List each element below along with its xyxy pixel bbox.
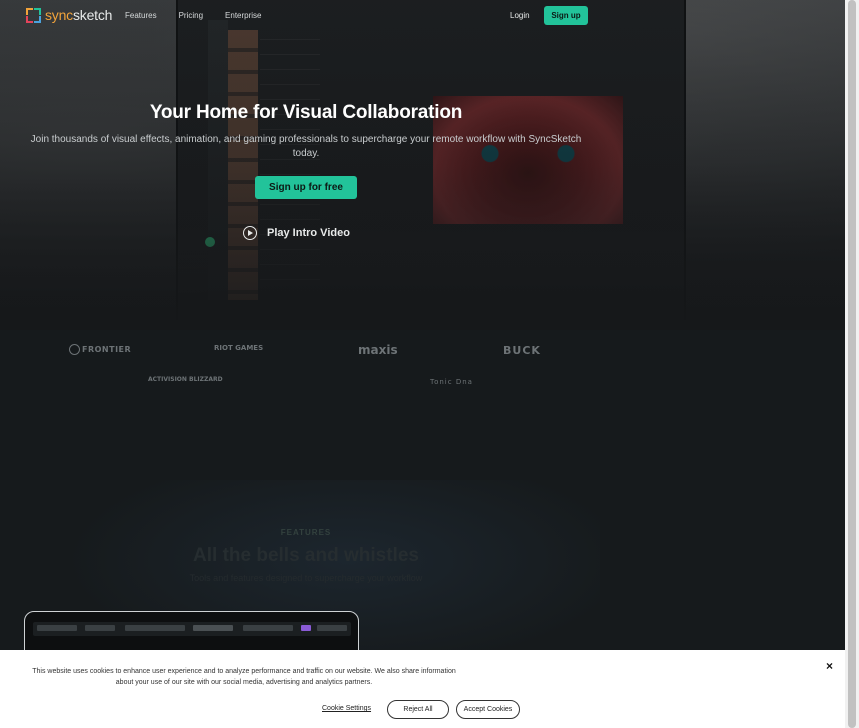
top-nav: syncsketch Features Pricing Enterprise L… <box>0 0 845 32</box>
nav-link-pricing[interactable]: Pricing <box>179 11 203 20</box>
logo-wordmark-part1: sync <box>45 7 73 23</box>
page-scrollbar[interactable] <box>845 0 859 728</box>
scrollbar-thumb[interactable] <box>848 0 856 728</box>
logo-wordmark-part2: sketch <box>73 7 113 23</box>
client-logo-buck: BUCK <box>503 344 541 357</box>
login-link[interactable]: Login <box>510 11 530 20</box>
hero-title: Your Home for Visual Collaboration <box>149 102 463 123</box>
signup-free-button[interactable]: Sign up for free <box>255 176 357 199</box>
features-subtitle: Tools and features designed to superchar… <box>189 573 423 583</box>
cookie-settings-link[interactable]: Cookie Settings <box>322 705 371 712</box>
features-title: All the bells and whistles <box>193 545 419 566</box>
close-icon[interactable]: × <box>826 659 833 673</box>
client-logo-tonic: Tonic Dna <box>430 378 473 386</box>
play-intro-video-button[interactable]: Play Intro Video <box>243 226 350 240</box>
cookie-banner: This website uses cookies to enhance use… <box>0 650 845 728</box>
app-preview-toolbar <box>33 622 351 636</box>
play-video-label: Play Intro Video <box>267 227 350 239</box>
client-logo-frontier-text: FRONTIER <box>82 345 132 354</box>
client-logo-riot-games: RIOT GAMES <box>214 344 264 352</box>
hero-overlay <box>0 0 845 330</box>
nav-link-enterprise[interactable]: Enterprise <box>225 11 261 20</box>
logo-wordmark: syncsketch <box>45 7 112 23</box>
hero-subtitle: Join thousands of visual effects, animat… <box>30 134 582 159</box>
hero-section <box>0 0 845 330</box>
syncsketch-logo[interactable]: syncsketch <box>26 7 112 23</box>
cookie-message: This website uses cookies to enhance use… <box>32 668 456 686</box>
accept-cookies-button[interactable]: Accept Cookies <box>456 700 520 719</box>
client-logo-maxis: maxis <box>358 343 398 357</box>
play-circle-icon <box>243 226 257 240</box>
reject-all-button[interactable]: Reject All <box>387 700 449 719</box>
logo-mark-icon <box>26 7 41 23</box>
nav-signup-button[interactable]: Sign up <box>544 6 588 25</box>
features-eyebrow: FEATURES <box>280 528 332 537</box>
nav-links: Features Pricing Enterprise <box>125 11 262 20</box>
nav-link-features[interactable]: Features <box>125 11 157 20</box>
frontier-ring-icon <box>69 344 80 355</box>
client-logo-activision-blizzard: ACTIVISION BLIZZARD <box>148 376 223 383</box>
client-logo-frontier: FRONTIER <box>69 344 131 355</box>
